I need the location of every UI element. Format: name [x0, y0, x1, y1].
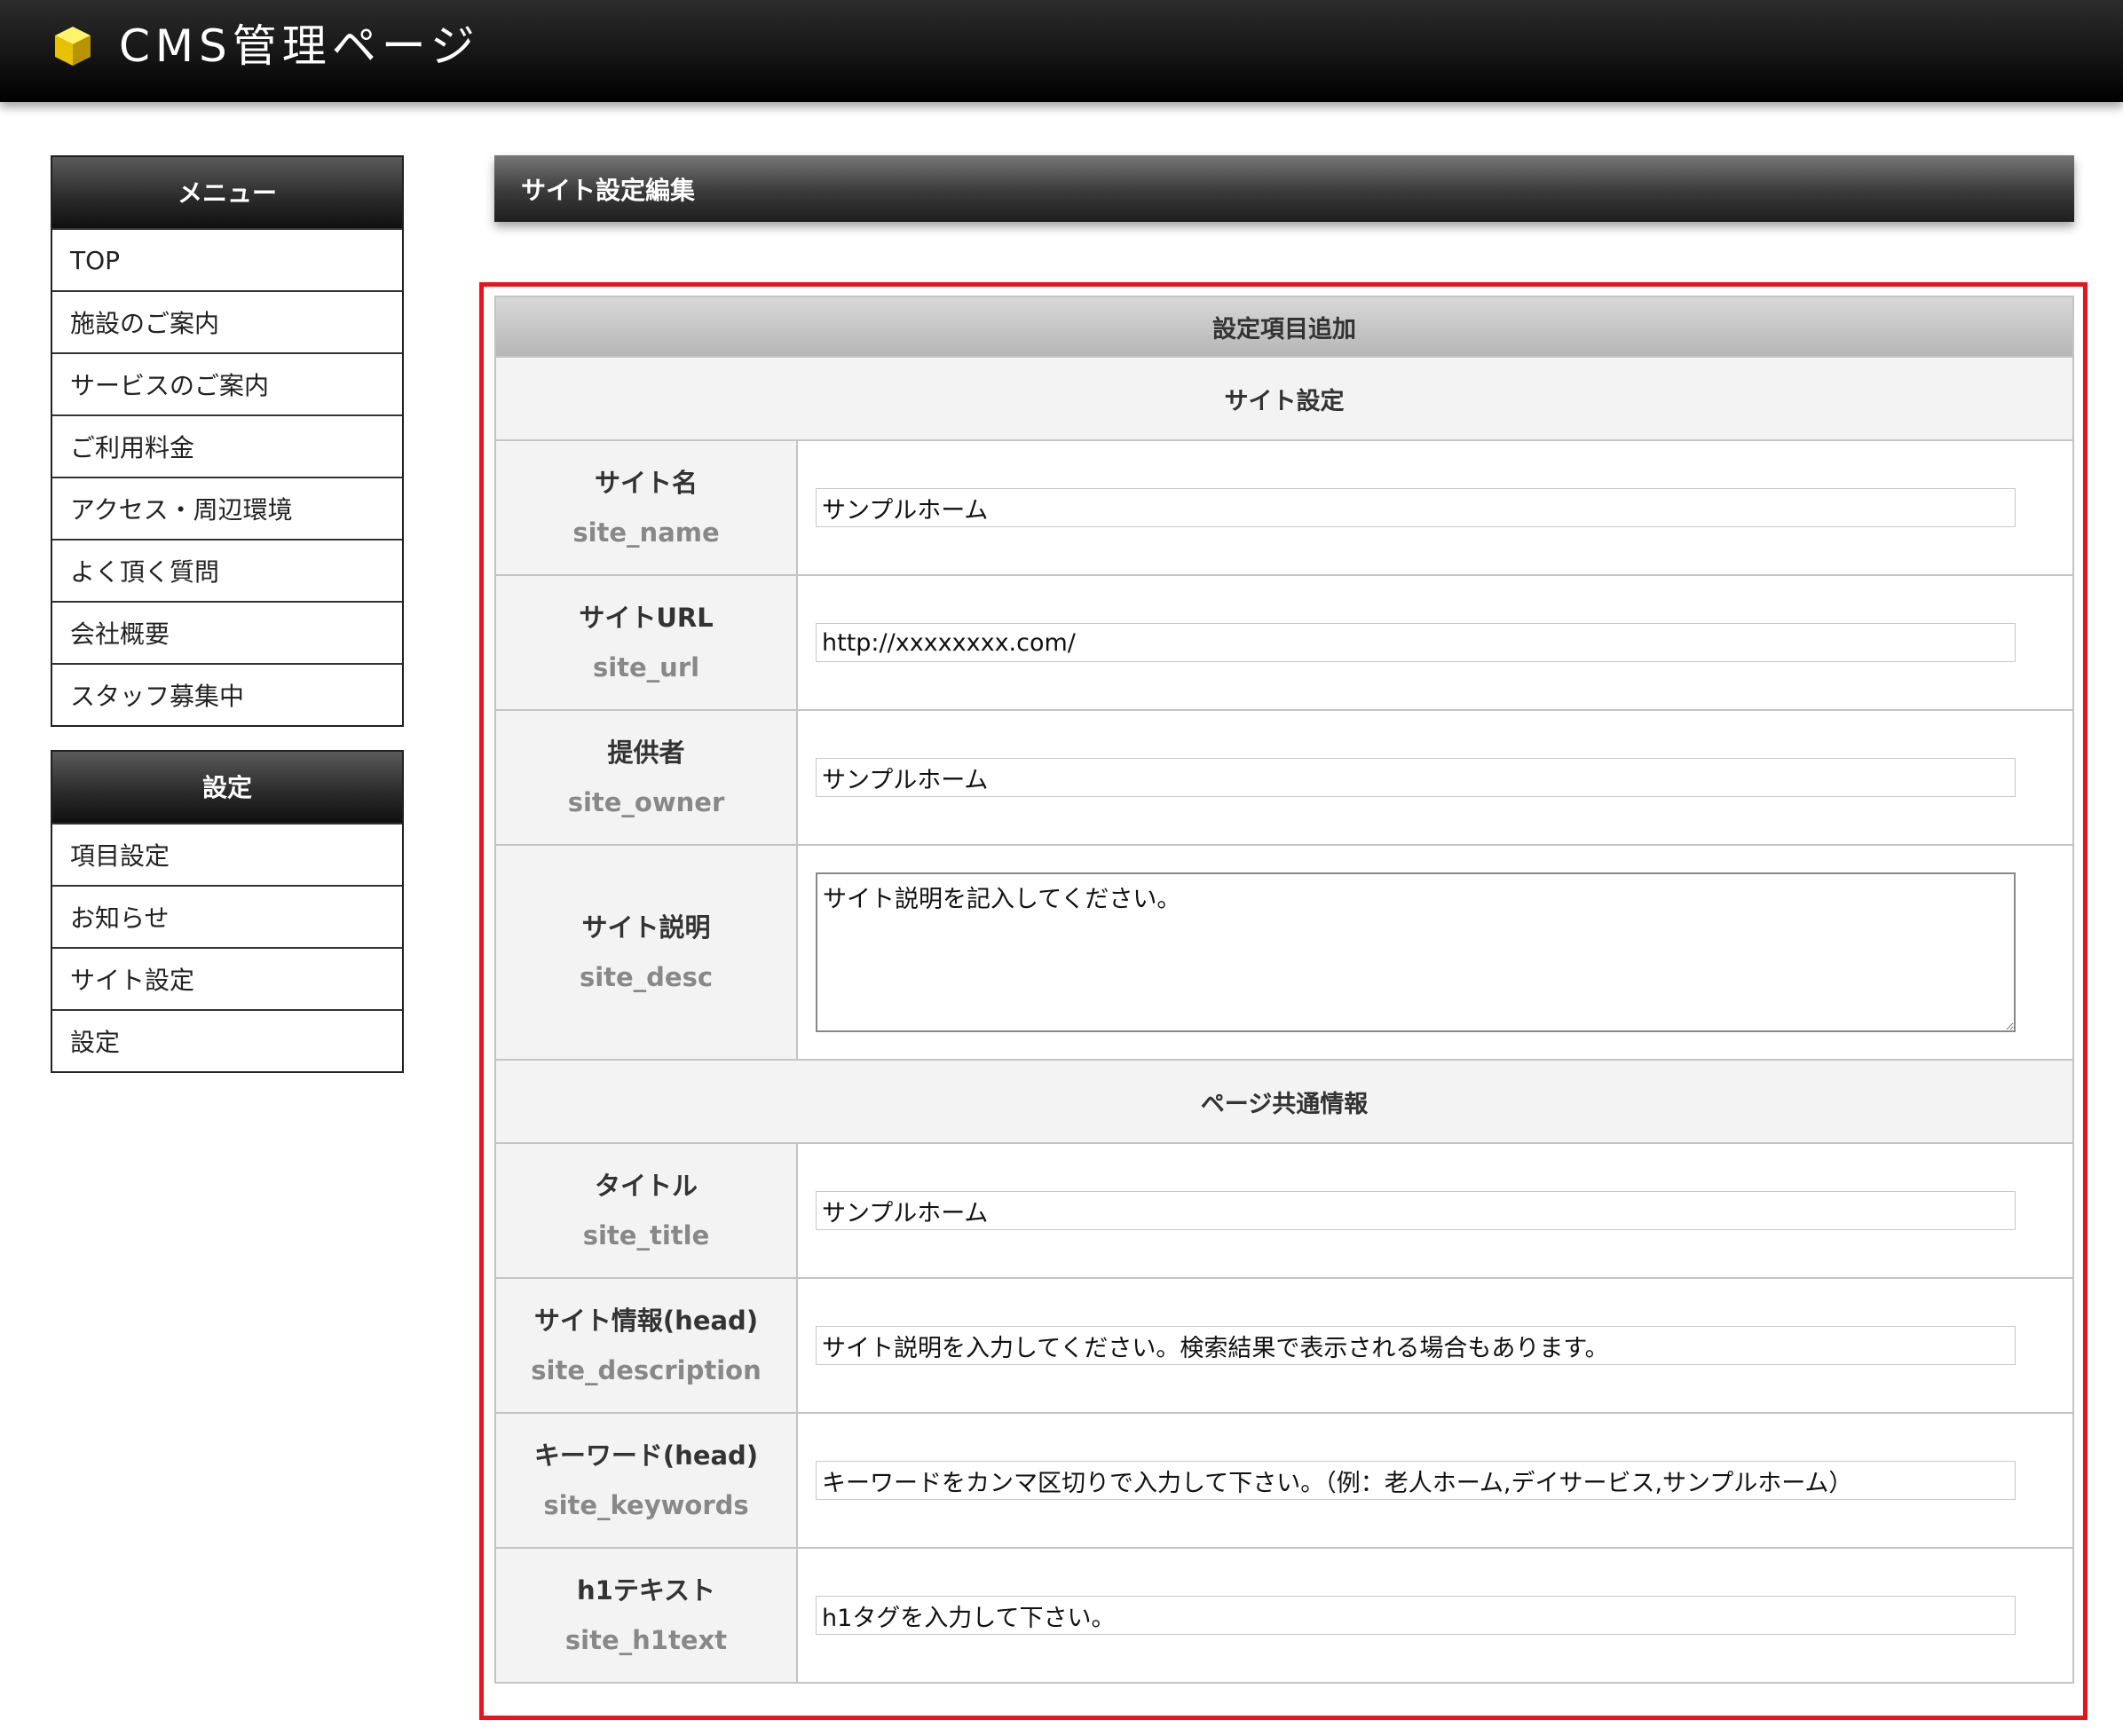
field-key: site_owner — [567, 787, 725, 817]
field-key: site_url — [592, 652, 700, 683]
section-heading-site: サイト設定 — [494, 356, 2074, 441]
field-row-site-owner: 提供者 site_owner — [494, 709, 2074, 846]
field-label: h1テキスト — [577, 1575, 715, 1606]
site-desc-textarea[interactable]: サイト説明を記入してください。 — [816, 872, 2016, 1032]
sidebar-item-field-settings[interactable]: 項目設定 — [52, 823, 402, 885]
field-label-cell: サイト名 site_name — [494, 439, 798, 576]
sidebar-item-site-settings[interactable]: サイト設定 — [52, 947, 402, 1009]
sidebar-item-services[interactable]: サービスのご案内 — [52, 352, 402, 414]
field-label: キーワード(head) — [533, 1440, 759, 1471]
sidebar-settings: 設定 項目設定 お知らせ サイト設定 設定 — [51, 750, 404, 1073]
site-title-input[interactable] — [816, 1191, 2016, 1230]
field-label-cell: 提供者 site_owner — [494, 709, 798, 846]
yellow-cube-icon — [55, 27, 91, 66]
sidebar-item-faq[interactable]: よく頂く質問 — [52, 539, 402, 601]
site-settings-form: 設定項目追加 サイト設定 サイト名 site_name サイトURL site_… — [494, 296, 2074, 1684]
field-row-site-name: サイト名 site_name — [494, 439, 2074, 576]
sidebar-item-facility[interactable]: 施設のご案内 — [52, 290, 402, 352]
field-row-site-title: タイトル site_title — [494, 1142, 2074, 1279]
field-key: site_description — [531, 1355, 762, 1385]
field-label-cell: h1テキスト site_h1text — [494, 1547, 798, 1684]
form-caption: 設定項目追加 — [494, 296, 2074, 358]
section-heading-common: ページ共通情報 — [494, 1059, 2074, 1144]
sidebar-item-pricing[interactable]: ご利用料金 — [52, 414, 402, 477]
sidebar-menu-heading: メニュー — [52, 157, 402, 228]
section-row-common: ページ共通情報 — [494, 1059, 2074, 1144]
field-label-cell: サイトURL site_url — [494, 574, 798, 711]
field-key: site_h1text — [564, 1625, 728, 1655]
field-label: サイト説明 — [581, 912, 711, 943]
sidebar-settings-heading: 設定 — [52, 752, 402, 823]
sidebar-item-top[interactable]: TOP — [52, 228, 402, 290]
field-label: サイトURL — [579, 603, 714, 633]
section-row-site: サイト設定 — [494, 356, 2074, 441]
sidebar-menu: メニュー TOP 施設のご案内 サービスのご案内 ご利用料金 アクセス・周辺環境… — [51, 155, 404, 727]
field-key: site_desc — [579, 962, 714, 992]
page-title: サイト設定編集 — [494, 155, 2074, 222]
site-keywords-input[interactable] — [816, 1461, 2016, 1500]
field-row-site-h1text: h1テキスト site_h1text — [494, 1547, 2074, 1684]
field-label: 提供者 — [607, 738, 685, 768]
site-owner-input[interactable] — [816, 758, 2016, 797]
form-caption-row: 設定項目追加 — [494, 296, 2074, 358]
field-label: サイト名 — [594, 468, 698, 498]
field-key: site_name — [572, 517, 720, 548]
field-row-site-keywords: キーワード(head) site_keywords — [494, 1412, 2074, 1549]
sidebar-item-company[interactable]: 会社概要 — [52, 601, 402, 663]
sidebar-item-settings[interactable]: 設定 — [52, 1009, 402, 1071]
app-header: CMS管理ページ — [0, 0, 2123, 102]
app-title: CMS管理ページ — [119, 20, 480, 72]
field-key: site_keywords — [543, 1490, 749, 1520]
site-description-input[interactable] — [816, 1326, 2016, 1365]
sidebar-item-recruit[interactable]: スタッフ募集中 — [52, 663, 402, 725]
field-row-site-desc: サイト説明 site_desc サイト説明を記入してください。 — [494, 844, 2074, 1061]
field-label-cell: サイト説明 site_desc — [494, 844, 798, 1061]
site-url-input[interactable] — [816, 623, 2016, 662]
field-label-cell: タイトル site_title — [494, 1142, 798, 1279]
site-h1text-input[interactable] — [816, 1596, 2016, 1635]
sidebar-item-news[interactable]: お知らせ — [52, 885, 402, 947]
field-row-site-url: サイトURL site_url — [494, 574, 2074, 711]
field-row-site-description: サイト情報(head) site_description — [494, 1277, 2074, 1414]
field-label-cell: キーワード(head) site_keywords — [494, 1412, 798, 1549]
field-label-cell: サイト情報(head) site_description — [494, 1277, 798, 1414]
field-key: site_title — [582, 1220, 710, 1251]
field-label: サイト情報(head) — [533, 1306, 759, 1336]
site-name-input[interactable] — [816, 488, 2016, 527]
field-label: タイトル — [594, 1171, 698, 1201]
sidebar-item-access[interactable]: アクセス・周辺環境 — [52, 477, 402, 539]
